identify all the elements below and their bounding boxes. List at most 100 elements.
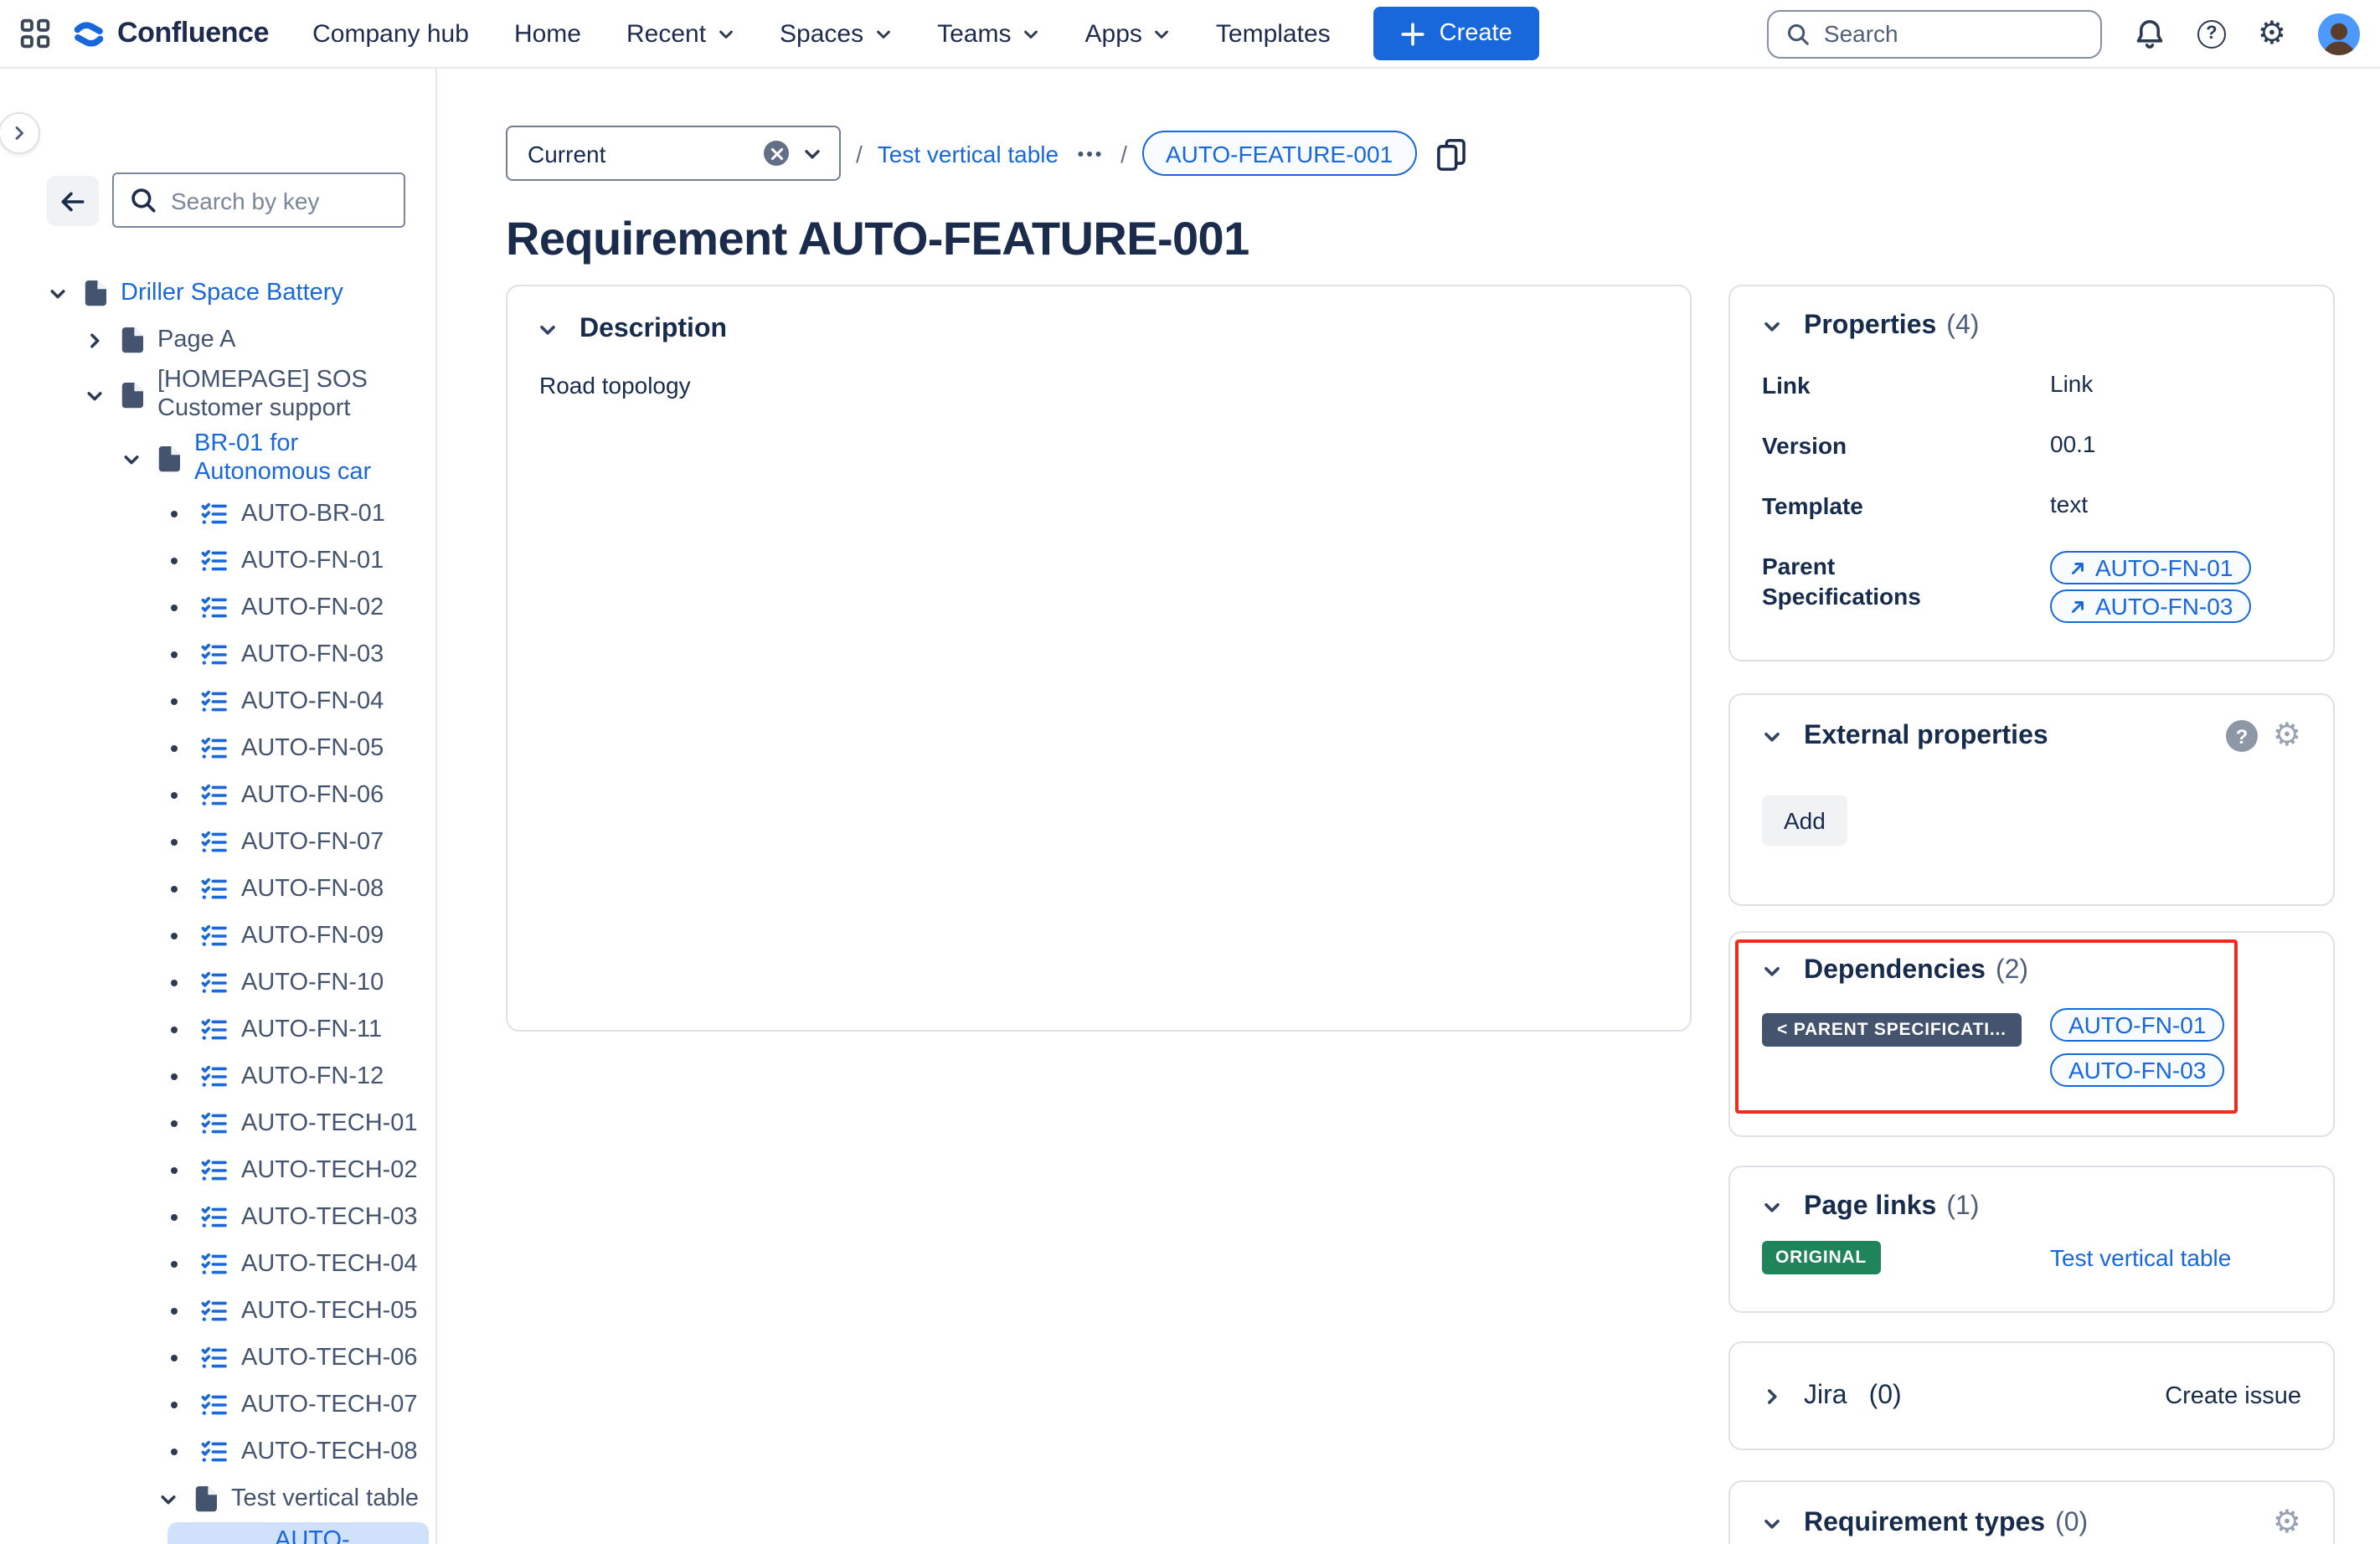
gear-icon[interactable]: ⚙︎ bbox=[2258, 18, 2286, 49]
app-switcher-icon[interactable] bbox=[20, 18, 50, 49]
tree-item[interactable]: BR-01 for Autonomous car bbox=[0, 427, 429, 491]
original-badge: ORIGINAL bbox=[1762, 1241, 1880, 1274]
page-link[interactable]: Test vertical table bbox=[2050, 1244, 2301, 1271]
chevron-down-icon bbox=[873, 24, 892, 43]
tree-item[interactable]: AUTO-TECH-07 bbox=[0, 1382, 429, 1428]
tree-item[interactable]: AUTO-TECH-08 bbox=[0, 1428, 429, 1475]
parent-spec-pill[interactable]: AUTO-FN-01 bbox=[2050, 551, 2251, 584]
tree-item[interactable]: Driller Space Battery bbox=[0, 270, 429, 317]
chevron-down-icon[interactable] bbox=[121, 450, 141, 468]
help-icon[interactable]: ? bbox=[2226, 720, 2258, 752]
avatar[interactable] bbox=[2318, 13, 2360, 54]
chevron-down-icon[interactable] bbox=[538, 320, 558, 340]
tree-item[interactable]: AUTO-TECH-04 bbox=[0, 1241, 429, 1288]
bullet bbox=[164, 1261, 184, 1268]
breadcrumb-parent-link[interactable]: Test vertical table bbox=[878, 140, 1059, 167]
tree-item[interactable]: AUTO-FN-07 bbox=[0, 819, 429, 866]
dependency-pill[interactable]: AUTO-FN-03 bbox=[2050, 1053, 2224, 1087]
nav-item-spaces[interactable]: Spaces bbox=[780, 19, 892, 48]
add-external-property-button[interactable]: Add bbox=[1762, 795, 1847, 846]
tree-item[interactable]: AUTO-TECH-02 bbox=[0, 1147, 429, 1194]
tree-item[interactable]: AUTO-TECH-06 bbox=[0, 1335, 429, 1382]
nav-item-company-hub[interactable]: Company hub bbox=[312, 19, 469, 48]
panel-count: (4) bbox=[1946, 311, 1979, 342]
nav-item-recent[interactable]: Recent bbox=[626, 19, 734, 48]
chevron-down-icon[interactable] bbox=[1762, 1197, 1782, 1217]
copy-icon[interactable] bbox=[1435, 136, 1466, 170]
confluence-logo[interactable]: Confluence bbox=[72, 17, 269, 50]
parent-spec-pill[interactable]: AUTO-FN-03 bbox=[2050, 589, 2251, 623]
tree-item[interactable]: AUTO-FN-11 bbox=[0, 1006, 429, 1053]
tree-item[interactable]: AUTO-FN-12 bbox=[0, 1053, 429, 1100]
tree-item[interactable]: AUTO-FN-03 bbox=[0, 631, 429, 678]
property-value: text bbox=[2050, 491, 2301, 521]
tree-item-label: AUTO-FN-08 bbox=[241, 875, 384, 903]
chevron-down-icon[interactable] bbox=[1762, 726, 1782, 746]
tree-item[interactable]: Page A bbox=[0, 317, 429, 363]
help-icon[interactable]: ? bbox=[2197, 19, 2226, 48]
chevron-down-icon[interactable] bbox=[1762, 317, 1782, 337]
tree-item[interactable]: AUTO-BR-01 bbox=[0, 491, 429, 538]
chevron-down-icon[interactable] bbox=[157, 1490, 178, 1508]
tree-item-label: Driller Space Battery bbox=[121, 279, 343, 307]
chevron-down-icon[interactable] bbox=[47, 284, 67, 302]
requirement-icon bbox=[201, 1393, 228, 1417]
chevron-right-icon[interactable] bbox=[84, 331, 104, 349]
chevron-down-icon[interactable] bbox=[1762, 1513, 1782, 1533]
search-by-key[interactable] bbox=[112, 172, 405, 228]
requirement-icon bbox=[201, 1300, 228, 1323]
dependency-pill[interactable]: AUTO-FN-01 bbox=[2050, 1008, 2224, 1042]
expand-panel-button[interactable] bbox=[0, 112, 40, 154]
tree-item[interactable]: AUTO-FN-06 bbox=[0, 772, 429, 819]
ellipsis-icon[interactable] bbox=[1074, 145, 1105, 162]
bullet bbox=[164, 1308, 184, 1315]
tree-item[interactable]: AUTO-FN-05 bbox=[0, 725, 429, 772]
tree-item[interactable]: AUTO-TECH-01 bbox=[0, 1100, 429, 1147]
requirement-icon bbox=[201, 1253, 228, 1276]
main-content: Current / Test vertical table / AUTO-FEA… bbox=[435, 69, 2380, 1544]
tree-item[interactable]: [HOMEPAGE] SOS Customer support bbox=[0, 363, 429, 427]
tree-item[interactable]: AUTO-FN-04 bbox=[0, 678, 429, 725]
search-by-key-input[interactable] bbox=[171, 187, 389, 214]
nav-item-teams[interactable]: Teams bbox=[937, 19, 1039, 48]
nav-menu: Company hub Home Recent Spaces Teams App… bbox=[312, 19, 1331, 48]
tree-item[interactable]: AUTO-FN-02 bbox=[0, 584, 429, 631]
tree-item[interactable]: AUTO-FN-08 bbox=[0, 866, 429, 913]
page-icon bbox=[121, 327, 144, 353]
clear-icon[interactable] bbox=[764, 141, 789, 166]
tree-item-label: AUTO-FEATURE-001 bbox=[275, 1527, 419, 1544]
chevron-right-icon[interactable] bbox=[1762, 1386, 1782, 1406]
create-button[interactable]: Create bbox=[1374, 7, 1539, 60]
tree-item[interactable]: AUTO-TECH-05 bbox=[0, 1288, 429, 1335]
bell-icon[interactable] bbox=[2134, 18, 2166, 49]
back-button[interactable] bbox=[47, 176, 99, 226]
tree-item[interactable]: AUTO-FEATURE-001 bbox=[167, 1522, 429, 1544]
nav-item-home[interactable]: Home bbox=[514, 19, 581, 48]
panel-title: Jira bbox=[1804, 1381, 1847, 1411]
tree-item[interactable]: AUTO-FN-01 bbox=[0, 538, 429, 584]
nav-right: ? ⚙︎ bbox=[1767, 9, 2360, 58]
tree-item-label: AUTO-TECH-03 bbox=[241, 1203, 418, 1232]
tree-item[interactable]: AUTO-TECH-03 bbox=[0, 1194, 429, 1241]
breadcrumb-current-pill[interactable]: AUTO-FEATURE-001 bbox=[1142, 131, 1416, 176]
plus-icon bbox=[1401, 21, 1426, 46]
global-search[interactable] bbox=[1767, 9, 2102, 58]
gear-icon[interactable]: ⚙︎ bbox=[2273, 1507, 2301, 1539]
create-issue-button[interactable]: Create issue bbox=[2165, 1382, 2301, 1409]
version-select[interactable]: Current bbox=[506, 126, 841, 181]
search-input[interactable] bbox=[1824, 20, 2084, 47]
gear-icon[interactable]: ⚙︎ bbox=[2273, 720, 2301, 752]
requirement-icon bbox=[201, 971, 228, 995]
tree-item[interactable]: AUTO-FN-10 bbox=[0, 960, 429, 1006]
tree-item[interactable]: Test vertical table bbox=[0, 1475, 429, 1522]
tree-item-label: AUTO-TECH-06 bbox=[241, 1344, 418, 1372]
tree-item-label: Test vertical table bbox=[231, 1485, 419, 1513]
requirement-icon bbox=[201, 690, 228, 713]
requirement-icon bbox=[201, 549, 228, 573]
nav-item-templates[interactable]: Templates bbox=[1216, 19, 1331, 48]
chevron-down-icon[interactable] bbox=[1762, 961, 1782, 981]
chevron-down-icon[interactable] bbox=[84, 386, 104, 404]
tree-item[interactable]: AUTO-FN-09 bbox=[0, 913, 429, 960]
nav-item-apps[interactable]: Apps bbox=[1085, 19, 1171, 48]
requirement-icon bbox=[201, 1159, 228, 1182]
